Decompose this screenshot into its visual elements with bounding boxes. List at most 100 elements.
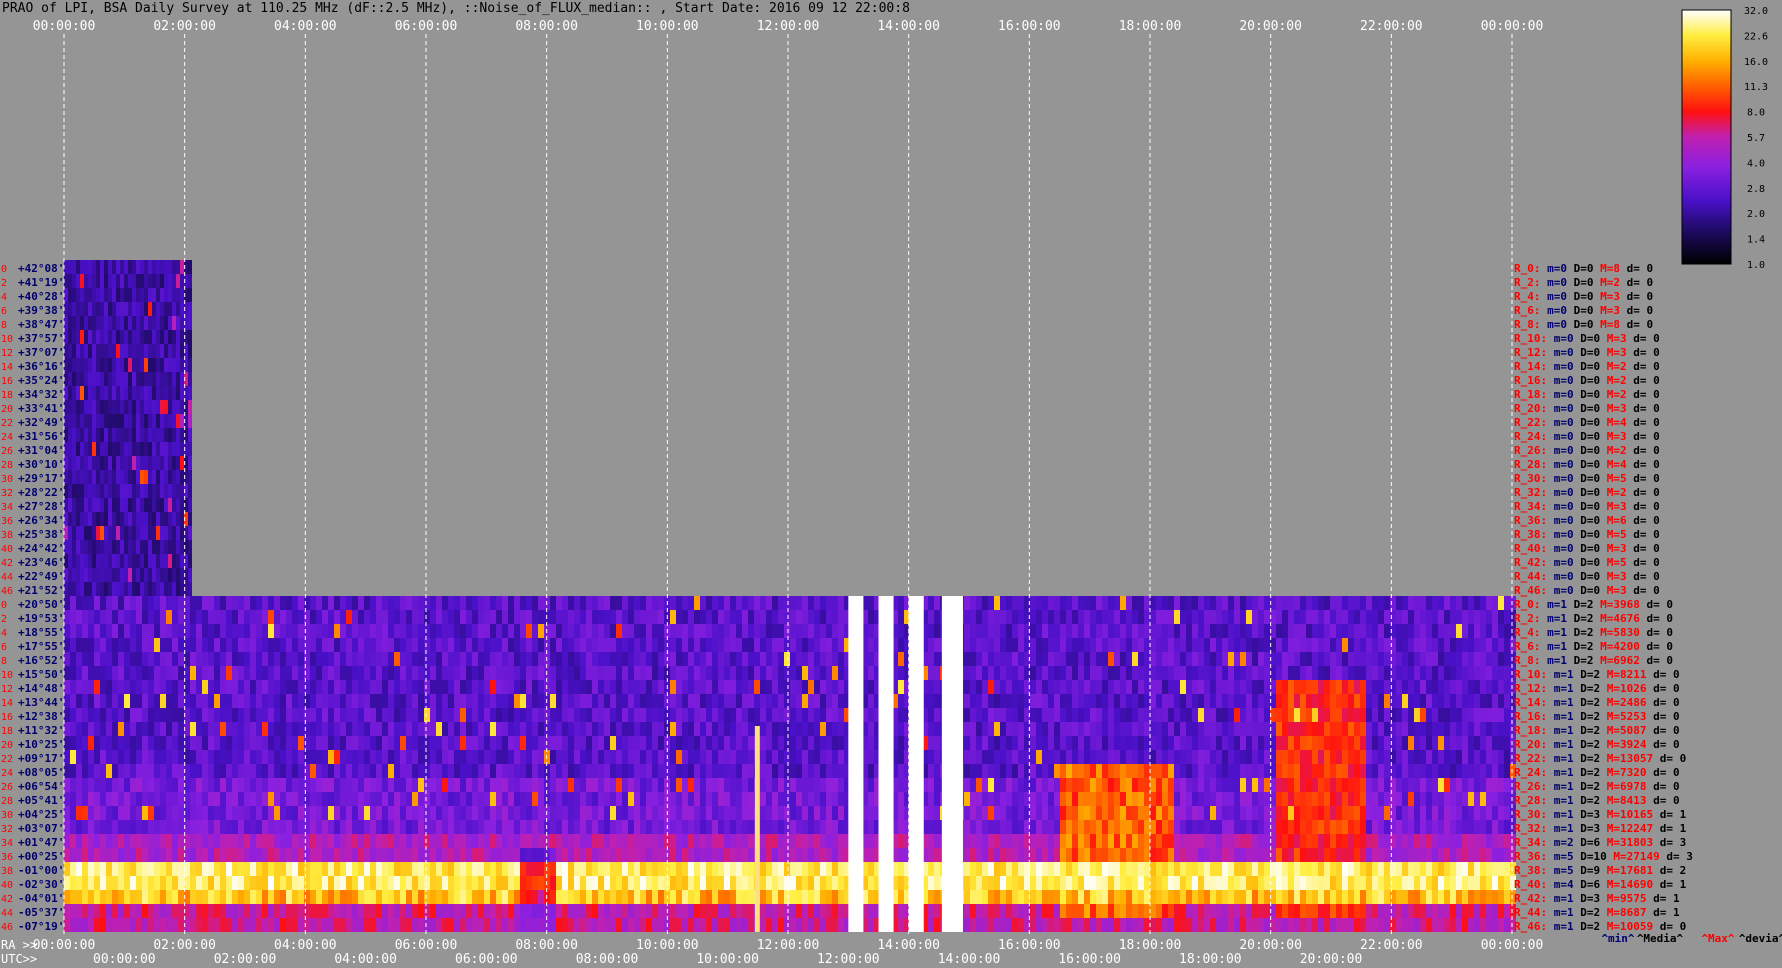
heat-cell bbox=[730, 834, 736, 848]
heat-cell bbox=[160, 820, 166, 834]
heat-cell bbox=[454, 778, 460, 792]
heat-cell bbox=[1000, 722, 1006, 736]
heat-cell bbox=[188, 330, 192, 344]
heat-cell bbox=[68, 484, 72, 498]
heat-cell bbox=[106, 722, 112, 736]
heat-cell bbox=[136, 806, 142, 820]
heat-cell bbox=[94, 806, 100, 820]
heat-cell bbox=[232, 792, 238, 806]
heat-cell bbox=[562, 834, 568, 848]
heat-cell bbox=[1288, 764, 1294, 778]
heat-cell bbox=[442, 708, 448, 722]
heat-cell bbox=[1174, 778, 1180, 792]
heat-cell bbox=[1348, 750, 1354, 764]
heat-cell bbox=[592, 596, 598, 610]
heat-cell bbox=[1018, 820, 1024, 834]
heat-cell bbox=[1492, 722, 1498, 736]
heat-cell bbox=[94, 722, 100, 736]
heat-cell bbox=[202, 764, 208, 778]
heat-cell bbox=[1432, 806, 1438, 820]
heat-cell bbox=[152, 400, 156, 414]
heat-cell bbox=[1342, 596, 1348, 610]
heat-cell bbox=[1468, 764, 1474, 778]
heat-cell bbox=[1438, 596, 1444, 610]
heat-cell bbox=[376, 792, 382, 806]
heat-cell bbox=[1468, 610, 1474, 624]
heat-cell bbox=[604, 596, 610, 610]
heat-cell bbox=[168, 274, 172, 288]
heat-cell bbox=[136, 750, 142, 764]
heat-cell bbox=[1180, 680, 1186, 694]
heat-cell bbox=[814, 610, 820, 624]
heat-cell bbox=[1288, 778, 1294, 792]
heat-cell bbox=[144, 260, 148, 274]
heat-cell bbox=[1438, 750, 1444, 764]
heat-cell bbox=[1342, 792, 1348, 806]
heat-cell bbox=[484, 806, 490, 820]
heat-cell bbox=[112, 526, 116, 540]
heat-cell bbox=[1138, 652, 1144, 666]
heat-cell bbox=[712, 778, 718, 792]
heat-cell bbox=[180, 414, 184, 428]
heat-cell bbox=[1426, 736, 1432, 750]
heat-cell bbox=[116, 316, 120, 330]
heat-cell bbox=[124, 722, 130, 736]
heat-cell bbox=[292, 680, 298, 694]
heat-cell bbox=[526, 596, 532, 610]
heat-cell bbox=[168, 414, 172, 428]
heat-cell bbox=[826, 680, 832, 694]
heat-cell bbox=[72, 302, 76, 316]
heat-cell bbox=[124, 694, 130, 708]
heat-cell bbox=[232, 694, 238, 708]
heat-cell bbox=[160, 512, 164, 526]
heat-cell bbox=[1222, 792, 1228, 806]
heat-cell bbox=[1306, 806, 1312, 820]
heat-cell bbox=[176, 288, 180, 302]
heat-cell bbox=[550, 736, 556, 750]
heat-cell bbox=[1318, 820, 1324, 834]
heat-cell bbox=[1276, 778, 1282, 792]
heat-cell bbox=[84, 260, 88, 274]
heat-cell bbox=[1192, 596, 1198, 610]
heat-cell bbox=[646, 820, 652, 834]
heat-cell bbox=[1006, 596, 1012, 610]
heat-cell bbox=[1480, 806, 1486, 820]
heat-cell bbox=[130, 820, 136, 834]
heat-cell bbox=[430, 722, 436, 736]
heat-cell bbox=[268, 680, 274, 694]
heat-cell bbox=[1354, 820, 1360, 834]
heat-cell bbox=[1150, 666, 1156, 680]
heat-cell bbox=[208, 820, 214, 834]
heat-cell bbox=[152, 526, 156, 540]
heat-cell bbox=[838, 652, 844, 666]
heat-cell bbox=[514, 792, 520, 806]
heat-cell bbox=[1240, 652, 1246, 666]
heat-cell bbox=[1234, 750, 1240, 764]
heat-cell bbox=[310, 764, 316, 778]
heat-cell bbox=[124, 456, 128, 470]
heat-cell bbox=[454, 750, 460, 764]
heat-cell bbox=[70, 610, 76, 624]
heat-cell bbox=[970, 610, 976, 624]
heat-cell bbox=[1336, 792, 1342, 806]
heat-cell bbox=[160, 596, 166, 610]
heat-cell bbox=[1300, 680, 1306, 694]
heat-cell bbox=[556, 610, 562, 624]
heat-cell bbox=[898, 722, 904, 736]
heat-cell bbox=[778, 708, 784, 722]
heat-cell bbox=[694, 638, 700, 652]
heat-cell bbox=[520, 652, 526, 666]
heat-cell bbox=[622, 820, 628, 834]
heat-cell bbox=[124, 414, 128, 428]
heat-cell bbox=[262, 680, 268, 694]
heat-cell bbox=[298, 680, 304, 694]
heat-cell bbox=[826, 652, 832, 666]
heat-cell bbox=[358, 666, 364, 680]
heat-cell bbox=[1192, 680, 1198, 694]
heat-cell bbox=[100, 708, 106, 722]
heat-cell bbox=[172, 638, 178, 652]
heat-cell bbox=[610, 792, 616, 806]
heat-cell bbox=[280, 750, 286, 764]
heat-cell bbox=[340, 806, 346, 820]
heat-cell bbox=[1354, 638, 1360, 652]
